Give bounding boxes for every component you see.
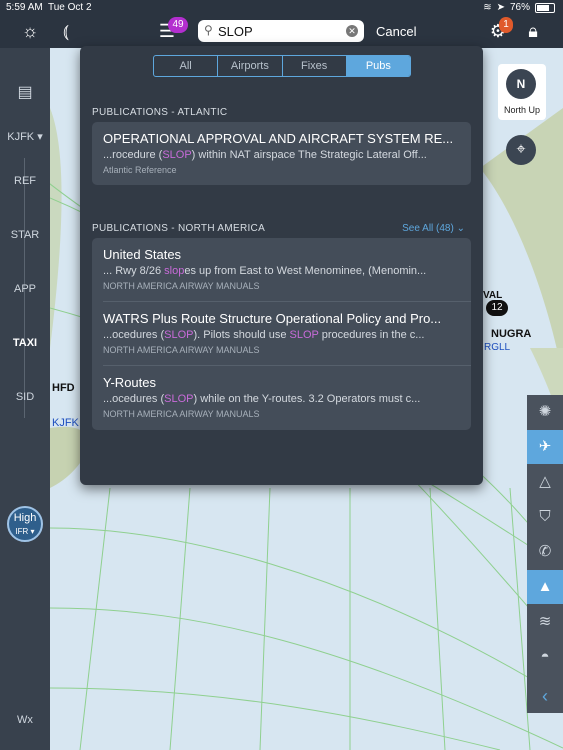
filter-tabs: All Airports Fixes Pubs bbox=[153, 55, 411, 77]
shield-tool-icon[interactable]: ⛉ bbox=[527, 500, 563, 534]
result-source: Atlantic Reference bbox=[103, 165, 177, 175]
triangle-tool-icon[interactable]: △ bbox=[527, 465, 563, 499]
sidebar-item-taxi[interactable]: TAXI bbox=[0, 337, 50, 349]
list-badge: 49 bbox=[168, 17, 188, 33]
high-label: High bbox=[13, 512, 37, 524]
divider bbox=[103, 365, 471, 366]
section-header-north-america: PUBLICATIONS - NORTH AMERICA bbox=[92, 223, 266, 234]
result-title: Y-Routes bbox=[103, 375, 156, 390]
map-label-nugra[interactable]: NUGRA bbox=[491, 328, 531, 340]
result-snippet: ...ocedures (SLOP) while on the Y-routes… bbox=[103, 393, 421, 405]
sidebar-item-sid[interactable]: SID bbox=[0, 391, 50, 403]
ifr-label: IFR ▾ bbox=[15, 527, 35, 536]
compass-icon: N bbox=[506, 69, 536, 99]
brightness-icon[interactable]: ☼ bbox=[19, 20, 41, 42]
map-label-hfd[interactable]: HFD bbox=[52, 382, 75, 394]
wifi-icon: ≋ bbox=[483, 2, 492, 13]
divider bbox=[103, 301, 471, 302]
result-title: United States bbox=[103, 247, 182, 262]
result-snippet: ...rocedure (SLOP) within NAT airspace T… bbox=[103, 149, 427, 161]
left-sidebar: ▤ KJFK ▾ REF STAR APP TAXI SID High IFR … bbox=[0, 48, 50, 750]
result-item[interactable]: OPERATIONAL APPROVAL AND AIRCRAFT SYSTEM… bbox=[103, 131, 453, 175]
map-label-rgll[interactable]: RGLL bbox=[484, 342, 510, 353]
result-source: NORTH AMERICA AIRWAY MANUALS bbox=[103, 409, 260, 419]
result-snippet: ... Rwy 8/26 slopes up from East to West… bbox=[103, 265, 427, 277]
sidebar-item-star[interactable]: STAR bbox=[0, 229, 50, 241]
cancel-button[interactable]: Cancel bbox=[376, 24, 416, 39]
collapse-chevron-icon[interactable]: ‹ bbox=[527, 679, 563, 713]
sidebar-item-ref[interactable]: REF bbox=[0, 175, 50, 187]
result-title: WATRS Plus Route Structure Operational P… bbox=[103, 311, 442, 326]
result-item[interactable]: Y-Routes ...ocedures (SLOP) while on the… bbox=[103, 375, 453, 419]
settings-tool-icon[interactable]: ✺ bbox=[527, 395, 563, 429]
section-header-atlantic: PUBLICATIONS - ATLANTIC bbox=[92, 107, 228, 118]
battery-percent: 76% bbox=[509, 2, 530, 13]
north-up-button[interactable]: N North Up bbox=[498, 64, 546, 120]
search-icon: ⚲ bbox=[204, 23, 213, 37]
battery-icon bbox=[535, 2, 555, 13]
result-card-north-america: United States ... Rwy 8/26 slopes up fro… bbox=[92, 238, 471, 430]
route-tool-icon[interactable]: ✈ bbox=[527, 430, 563, 464]
lock-icon[interactable]: 🔒︎ bbox=[522, 20, 544, 42]
signal-icon[interactable]: ⦅ bbox=[55, 20, 77, 42]
document-icon[interactable]: ▤ bbox=[0, 82, 50, 102]
result-item[interactable]: United States ... Rwy 8/26 slopes up fro… bbox=[103, 247, 453, 291]
map-label-val[interactable]: VAL bbox=[483, 290, 502, 301]
result-card-atlantic: OPERATIONAL APPROVAL AND AIRCRAFT SYSTEM… bbox=[92, 122, 471, 185]
status-right: ≋ ➤ 76% bbox=[483, 2, 555, 13]
chevron-down-icon: ⌄ bbox=[456, 223, 465, 234]
layers-tool-icon[interactable]: ≋ bbox=[527, 605, 563, 639]
search-field[interactable]: ⚲ SLOP ✕ bbox=[198, 20, 364, 42]
search-input[interactable]: SLOP bbox=[218, 24, 253, 39]
wx-button[interactable]: Wx bbox=[0, 714, 50, 726]
tab-fixes[interactable]: Fixes bbox=[283, 56, 347, 76]
status-time: 5:59 AM bbox=[6, 2, 43, 13]
dome-tool-icon[interactable]: ◓ bbox=[527, 640, 563, 674]
gear-badge: 1 bbox=[499, 17, 513, 33]
locate-icon[interactable]: ⌖ bbox=[506, 135, 536, 165]
status-date: Tue Oct 2 bbox=[48, 2, 92, 13]
airport-selector[interactable]: KJFK ▾ bbox=[0, 130, 50, 143]
see-all-link[interactable]: See All (48) ⌄ bbox=[402, 223, 465, 234]
map-tools: ✺ ✈ △ ⛉ ✆ ▲ ≋ ◓ ‹ bbox=[527, 395, 563, 713]
tab-airports[interactable]: Airports bbox=[218, 56, 283, 76]
terrain-tool-icon[interactable]: ▲ bbox=[527, 570, 563, 604]
result-source: NORTH AMERICA AIRWAY MANUALS bbox=[103, 345, 260, 355]
map-label-kjfk[interactable]: KJFK bbox=[52, 417, 79, 429]
clear-icon[interactable]: ✕ bbox=[346, 25, 358, 37]
location-icon: ➤ bbox=[496, 2, 505, 13]
top-bar: ☼ ⦅ ☰ 49 ⚲ SLOP ✕ Cancel ⚙ 1 🔒︎ bbox=[0, 14, 563, 48]
phone-tool-icon[interactable]: ✆ bbox=[527, 535, 563, 569]
status-bar: 5:59 AM Tue Oct 2 ≋ ➤ 76% bbox=[0, 0, 563, 14]
high-ifr-button[interactable]: High IFR ▾ bbox=[7, 506, 43, 542]
result-snippet: ...ocedures (SLOP). Pilots should use SL… bbox=[103, 329, 425, 341]
result-title: OPERATIONAL APPROVAL AND AIRCRAFT SYSTEM… bbox=[103, 131, 453, 146]
map-label-12[interactable]: 12 bbox=[486, 300, 508, 316]
search-results-panel: All Airports Fixes Pubs PUBLICATIONS - A… bbox=[80, 46, 483, 485]
sidebar-item-app[interactable]: APP bbox=[0, 283, 50, 295]
tab-pubs[interactable]: Pubs bbox=[346, 56, 410, 76]
tab-all[interactable]: All bbox=[154, 56, 219, 76]
north-up-label: North Up bbox=[503, 105, 540, 115]
result-item[interactable]: WATRS Plus Route Structure Operational P… bbox=[103, 311, 453, 355]
result-source: NORTH AMERICA AIRWAY MANUALS bbox=[103, 281, 260, 291]
